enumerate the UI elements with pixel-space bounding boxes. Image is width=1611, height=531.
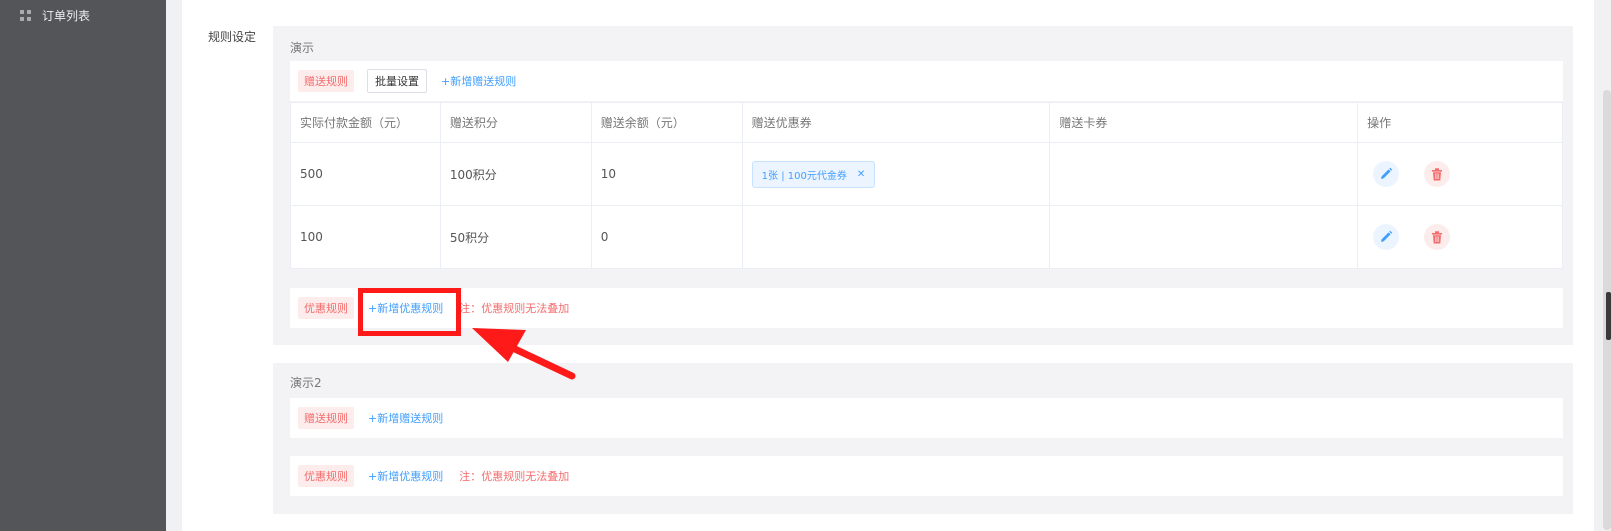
gift-rule-tag: 赠送规则 (298, 70, 354, 92)
table-row: 100 50积分 0 (290, 205, 1563, 269)
add-gift-rule-link[interactable]: +新增赠送规则 (368, 410, 443, 426)
edit-button[interactable] (1373, 224, 1400, 250)
edit-button[interactable] (1373, 161, 1400, 187)
points-cell: 50积分 (439, 205, 592, 269)
column-header: 操作 (1357, 102, 1563, 143)
discount-rule-tag: 优惠规则 (298, 297, 354, 319)
points-cell: 100积分 (439, 142, 592, 206)
discount-note: 注：优惠规则无法叠加 (459, 302, 570, 315)
batch-set-button[interactable]: 批量设置 (367, 69, 427, 93)
group-title: 演示2 (290, 376, 322, 390)
sidebar: 订单列表 (0, 0, 166, 531)
balance-cell: 0 (590, 205, 743, 269)
discount-rule-bar: 优惠规则 +新增优惠规则 注：优惠规则无法叠加 (290, 288, 1563, 328)
amount-cell: 500 (290, 142, 441, 206)
amount-cell: 100 (290, 205, 441, 269)
rule-settings-label: 规则设定 (208, 30, 257, 44)
add-discount-rule-link[interactable]: +新增优惠规则 (368, 468, 443, 484)
rule-group: 演示 赠送规则 批量设置 +新增赠送规则 实际付款金额（元） 赠送积分 赠送余额… (273, 26, 1573, 345)
gift-rule-tag: 赠送规则 (298, 407, 354, 429)
scrollbar-thumb[interactable] (1606, 292, 1611, 340)
column-header: 实际付款金额（元） (290, 102, 441, 143)
table-header: 实际付款金额（元） 赠送积分 赠送余额（元） 赠送优惠券 赠送卡券 操作 (290, 102, 1563, 143)
column-header: 赠送余额（元） (590, 102, 743, 143)
grid-icon (20, 10, 31, 21)
discount-rule-bar: 优惠规则 +新增优惠规则 注：优惠规则无法叠加 (290, 456, 1563, 496)
coupon-tag: 1张 | 100元代金券 ✕ (751, 160, 876, 188)
column-header: 赠送优惠券 (741, 102, 1051, 143)
discount-note: 注：优惠规则无法叠加 (459, 470, 570, 483)
group-title: 演示 (290, 41, 315, 55)
annotation-highlight-box (358, 288, 461, 336)
sidebar-item-label: 订单列表 (42, 9, 91, 23)
coupon-cell: 1张 | 100元代金券 ✕ (741, 142, 1051, 206)
trash-icon (1432, 167, 1443, 180)
card-cell (1049, 205, 1359, 269)
balance-cell: 10 (590, 142, 743, 206)
table-row: 500 100积分 10 1张 | 100元代金券 ✕ (290, 142, 1563, 206)
sidebar-item-order-list[interactable]: 订单列表 (20, 7, 90, 24)
column-header: 赠送积分 (439, 102, 592, 143)
rule-group: 演示2 赠送规则 +新增赠送规则 优惠规则 +新增优惠规则 注：优惠规则无法叠加 (273, 363, 1573, 514)
card-cell (1049, 142, 1359, 206)
coupon-tag-label: 1张 | 100元代金券 (761, 170, 847, 182)
trash-icon (1432, 230, 1443, 243)
gift-rule-bar: 赠送规则 批量设置 +新增赠送规则 (290, 61, 1563, 101)
coupon-cell (741, 205, 1051, 269)
pencil-icon (1381, 167, 1393, 179)
gift-rule-bar: 赠送规则 +新增赠送规则 (290, 398, 1563, 438)
add-gift-rule-link[interactable]: +新增赠送规则 (441, 73, 516, 89)
operations-cell (1357, 142, 1563, 206)
close-icon[interactable]: ✕ (857, 169, 865, 180)
delete-button[interactable] (1424, 161, 1451, 187)
operations-cell (1357, 205, 1563, 269)
gift-rule-table: 实际付款金额（元） 赠送积分 赠送余额（元） 赠送优惠券 赠送卡券 操作 500… (290, 102, 1563, 269)
pencil-icon (1381, 230, 1393, 242)
discount-rule-tag: 优惠规则 (298, 465, 354, 487)
column-header: 赠送卡券 (1049, 102, 1359, 143)
delete-button[interactable] (1424, 224, 1451, 250)
